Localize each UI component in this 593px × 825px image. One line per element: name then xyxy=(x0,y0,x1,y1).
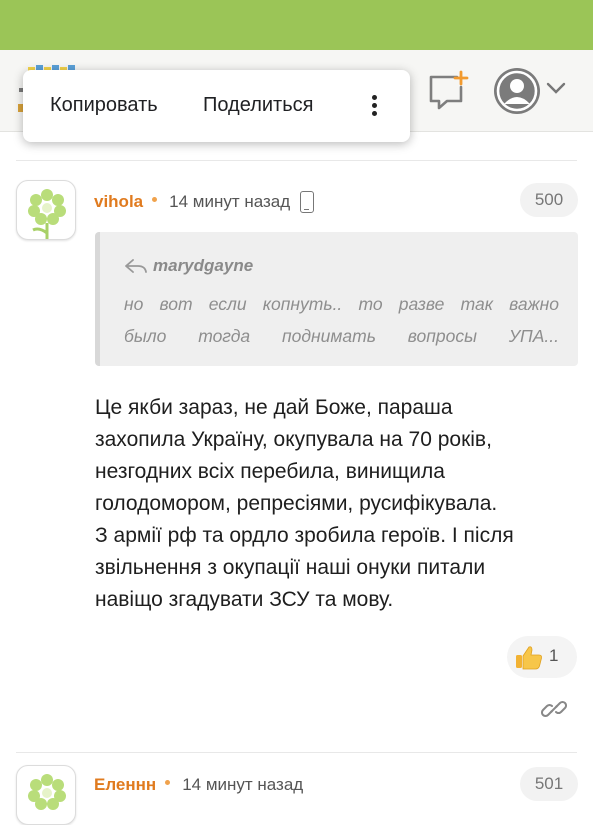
comment-meta: Еленнн 14 минут назад xyxy=(94,773,303,797)
user-avatar-icon xyxy=(496,70,538,112)
quote-text-line: было тогда поднимать вопросы УПА... xyxy=(124,326,559,346)
context-menu: Копировать Поделиться xyxy=(23,70,410,142)
more-vertical-icon[interactable] xyxy=(364,92,384,122)
mobile-phone-icon xyxy=(300,191,315,213)
quote-author-name: marydgayne xyxy=(153,256,254,275)
comment-author[interactable]: Еленнн xyxy=(94,775,156,795)
chevron-down-icon[interactable] xyxy=(545,80,567,96)
comment-text-line: Це якби зараз, не дай Боже, параша xyxy=(95,396,453,419)
comment-number-badge[interactable]: 501 xyxy=(520,767,578,801)
comment-meta: vihola 14 минут назад xyxy=(94,190,315,214)
like-count: 1 xyxy=(549,646,559,665)
comment-text-line: навіщо згадувати ЗСУ та мову. xyxy=(95,588,394,611)
share-menu-item[interactable]: Поделиться xyxy=(203,94,313,117)
link-icon[interactable] xyxy=(540,696,568,722)
comment-text-line: захопила Україну, окупувала на 70 років, xyxy=(95,428,492,451)
avatar[interactable] xyxy=(16,180,76,240)
top-green-bar xyxy=(0,0,593,50)
flower-avatar-icon xyxy=(28,189,66,239)
divider xyxy=(16,160,577,161)
comment-text-line: звільнення з окупації наші онуки питали xyxy=(95,556,486,579)
divider xyxy=(16,752,577,753)
comment-text-line: незгодних всіх перебила, винищила xyxy=(95,460,445,483)
comment-text: Це якби зараз, не дай Боже, параша захоп… xyxy=(95,392,580,616)
quote-author[interactable]: marydgayne xyxy=(124,256,253,276)
copy-menu-item[interactable]: Копировать xyxy=(50,94,158,117)
reply-arrow-icon xyxy=(125,259,147,273)
comment-author[interactable]: vihola xyxy=(94,192,143,212)
online-dot xyxy=(152,196,158,202)
quote-block: marydgayne но вот если копнуть.. то разв… xyxy=(95,232,578,366)
comment-time: 14 минут назад xyxy=(182,775,304,794)
flower-avatar-icon xyxy=(28,774,66,810)
avatar[interactable] xyxy=(16,765,76,825)
comment-text-line: З армії рф та ордло зробила героїв. І пі… xyxy=(95,524,514,547)
online-dot xyxy=(165,779,171,785)
new-message-button[interactable] xyxy=(427,70,469,110)
comment-number-badge[interactable]: 500 xyxy=(520,183,578,217)
like-button[interactable]: 1 xyxy=(507,636,577,678)
quote-text-line: но вот если копнуть.. то разве так важно xyxy=(124,294,559,314)
thumbs-up-icon xyxy=(516,646,542,670)
comment-text-line: голодомором, репресіями, русифікувала. xyxy=(95,492,498,515)
comment-time: 14 минут назад xyxy=(169,192,291,211)
message-plus-icon xyxy=(429,70,469,110)
profile-avatar-button[interactable] xyxy=(494,68,540,114)
